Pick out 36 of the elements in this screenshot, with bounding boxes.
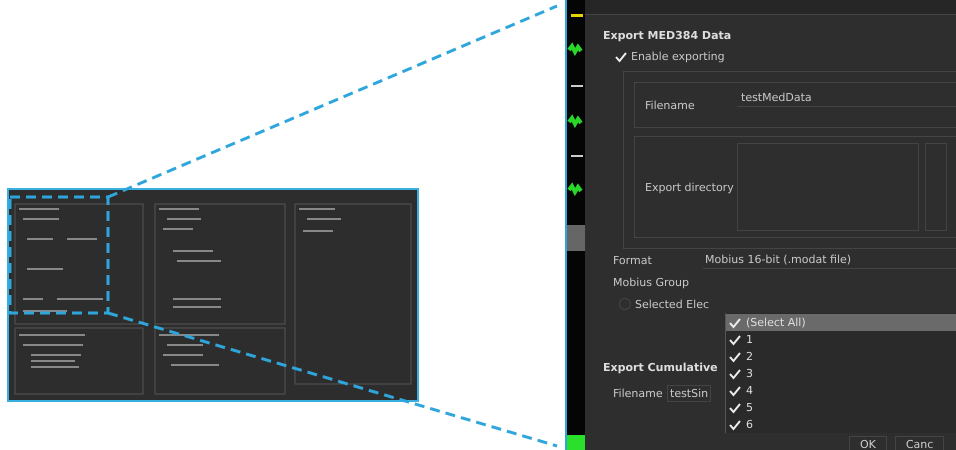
checkbox[interactable]	[729, 402, 741, 414]
checkbox[interactable]	[729, 316, 741, 328]
list-item-label: 4	[746, 384, 753, 397]
checkbox-label: Enable exporting	[631, 50, 725, 63]
list-item[interactable]: 2	[726, 348, 956, 365]
list-item-label: 6	[746, 418, 753, 431]
list-item[interactable]: 6	[726, 416, 956, 433]
checkbox[interactable]	[729, 334, 741, 346]
list-item[interactable]: 3	[726, 365, 956, 382]
list-item-label: 5	[746, 401, 753, 414]
checkbox[interactable]	[729, 368, 741, 380]
checkbox[interactable]	[729, 384, 741, 396]
format-dropdown[interactable]: Mobius 16-bit (.modat file)	[703, 251, 956, 269]
field-label: Format	[613, 254, 653, 266]
field-label: Filename	[613, 386, 663, 400]
list-item-label: 1	[746, 333, 753, 346]
list-item[interactable]: (Select All)	[726, 314, 956, 331]
checkbox[interactable]	[615, 50, 627, 62]
field-label: Mobius Group	[613, 276, 690, 288]
section-title: Export Cumulative	[603, 361, 718, 374]
list-item[interactable]: 1	[726, 331, 956, 348]
radio-label: Selected Elec	[635, 298, 710, 310]
field-label: Filename	[644, 98, 696, 112]
list-item-label: (Select All)	[746, 316, 806, 329]
list-item[interactable]: 5	[726, 399, 956, 416]
list-item-label: 3	[746, 367, 753, 380]
section-title: Export MED384 Data	[603, 29, 732, 42]
filename-field[interactable]: testMedData	[737, 89, 956, 107]
filename-field[interactable]: testSin	[667, 384, 712, 402]
dialog-button[interactable]: Canc	[894, 436, 944, 450]
dialog-button[interactable]: OK	[849, 436, 887, 450]
list-item-label: 2	[746, 350, 753, 363]
list-item[interactable]: 4	[726, 382, 956, 399]
checkbox[interactable]	[729, 350, 741, 362]
checkbox[interactable]	[729, 418, 741, 430]
field-label: Export directory	[644, 180, 735, 194]
